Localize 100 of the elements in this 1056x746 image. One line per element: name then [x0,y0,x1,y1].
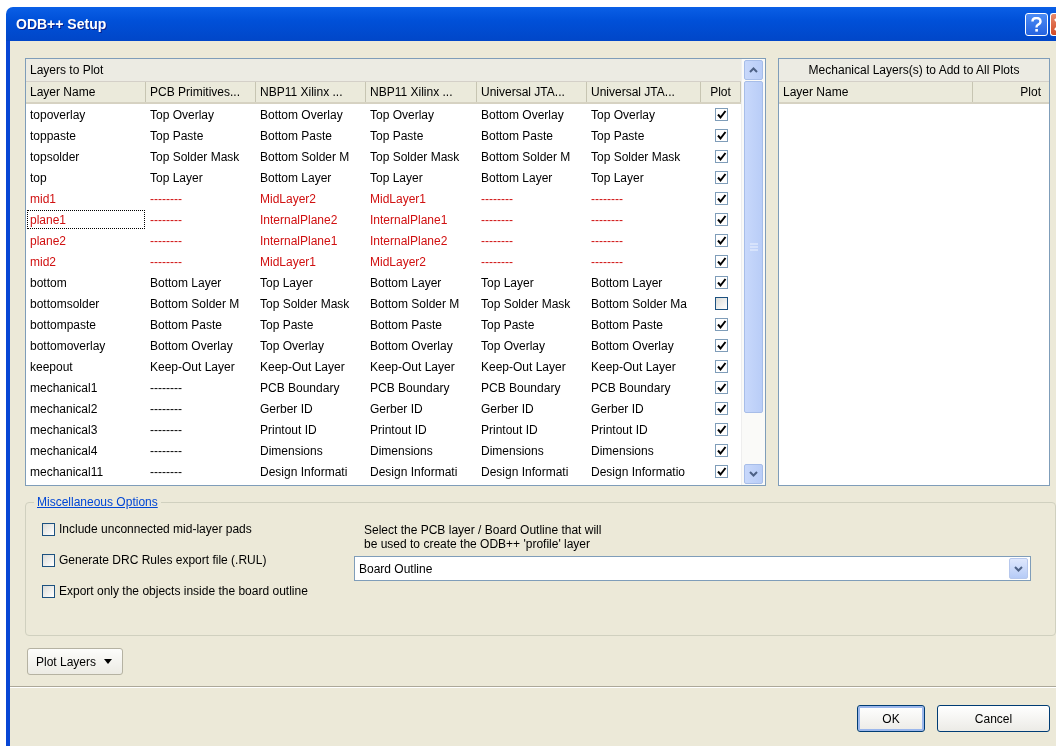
table-cell-text: mid1 [29,190,57,208]
table-cell-text: -------- [480,211,514,229]
table-cell-text: bottomsolder [29,295,101,313]
scroll-down-button[interactable] [744,464,763,484]
column-header[interactable]: Universal JTA... [477,82,587,102]
help-button[interactable] [1025,12,1048,36]
table-cell-text: plane2 [29,232,68,250]
column-header[interactable]: Layer Name [26,82,146,102]
table-cell-text: -------- [149,442,183,460]
dropdown[interactable]: Board Outline [354,556,1031,581]
table-cell-text: Bottom Paste [480,127,555,145]
table-cell-text: keepout [29,358,74,376]
checkbox[interactable] [714,402,728,415]
table-cell-text: -------- [149,379,183,397]
checkbox[interactable] [714,213,728,226]
scroll-thumb[interactable] [744,81,763,413]
table-cell-text: InternalPlane1 [259,232,339,250]
dropdown-button[interactable] [1009,558,1028,579]
checkbox[interactable] [714,276,728,289]
table-cell-text: -------- [590,232,624,250]
column-header[interactable]: Plot [973,82,1049,102]
table-cell-text: Bottom Overlay [480,106,565,124]
table-cell-text: Top Overlay [259,337,326,355]
table-cell-text: Top Overlay [590,106,657,124]
table-cell-text: mechanical1 [29,379,99,397]
table-cell-text: Design Informatio [590,463,687,481]
table-cell-text: Top Overlay [369,106,436,124]
table-cell-text: Printout ID [259,421,318,439]
table-cell-text: PCB Boundary [590,379,672,397]
column-header[interactable]: NBP11 Xilinx ... [366,82,477,102]
checkbox[interactable] [714,129,728,142]
checkbox[interactable] [714,318,728,331]
checkbox[interactable] [714,360,728,373]
table-cell: plane1 [26,209,146,230]
table-cell-text: -------- [480,232,514,250]
checkbox[interactable] [714,150,728,163]
table-cell-text: MidLayer2 [369,253,428,271]
checkbox[interactable] [714,234,728,247]
table-caption: Mechanical Layers(s) to Add to All Plots [779,59,1049,82]
table-cell-text: Bottom Paste [259,127,334,145]
dialog-button[interactable]: OK [857,705,925,732]
table-cell-text: Bottom Layer [590,274,664,292]
checkbox[interactable] [42,553,55,567]
table-cell-text: Bottom Solder Ma [590,295,689,313]
checkbox[interactable] [714,171,728,184]
table-cell-text: Bottom Overlay [369,337,454,355]
table-cell-text: -------- [149,253,183,271]
table-cell-text: PCB Boundary [480,379,562,397]
table-cell-text: -------- [590,190,624,208]
table-cell-text: Bottom Paste [369,316,444,334]
column-header[interactable]: NBP11 Xilinx ... [256,82,366,102]
table-cell-text: Bottom Paste [149,316,224,334]
checkbox[interactable] [714,255,728,268]
scroll-up-button[interactable] [744,60,763,80]
checkbox[interactable] [714,381,728,394]
dialog-button[interactable]: Cancel [937,705,1050,732]
table-cell-text: Design Informati [480,463,570,481]
table-cell-text: Design Informati [259,463,349,481]
table-cell-text: Keep-Out Layer [259,358,346,376]
checkbox-label[interactable]: Generate DRC Rules export file (.RUL) [59,553,267,567]
checkbox[interactable] [42,522,55,536]
plot-layers-button[interactable]: Plot Layers [27,648,124,675]
table-cell-text: Bottom Overlay [590,337,675,355]
table-cell-text: Gerber ID [590,400,645,418]
table-cell-text: Top Paste [590,127,646,145]
checkbox[interactable] [714,192,728,205]
checkbox[interactable] [714,108,728,121]
table-cell-text: mechanical11 [29,463,105,481]
table-cell-text: Keep-Out Layer [369,358,456,376]
chevron-down-icon [1014,565,1023,572]
table-cell-text: Design Informati [369,463,459,481]
checkbox[interactable] [42,584,55,598]
table-cell-text: Bottom Layer [149,274,223,292]
table-cell-text: mechanical2 [29,400,99,418]
checkbox-label[interactable]: Export only the objects inside the board outline [59,584,308,598]
table-cell-text: Keep-Out Layer [590,358,677,376]
checkbox[interactable] [714,297,728,310]
group-title: Miscellaneous Options [34,495,161,509]
checkbox[interactable] [714,465,728,478]
table-cell-text: Bottom Layer [259,169,333,187]
checkbox-label[interactable]: Include unconnected mid-layer pads [59,522,252,536]
table-cell-text: Bottom Layer [480,169,554,187]
table-cell-text: bottompaste [29,316,98,334]
table-cell-text: -------- [149,400,183,418]
column-header[interactable]: PCB Primitives... [146,82,256,102]
checkbox[interactable] [714,423,728,436]
table-cell-text: -------- [149,211,183,229]
table-cell-text: Gerber ID [480,400,535,418]
checkbox[interactable] [714,444,728,457]
column-header[interactable]: Layer Name [779,82,973,102]
table-cell-text: -------- [590,253,624,271]
table-cell-text: -------- [480,253,514,271]
checkbox[interactable] [714,339,728,352]
table-cell-text: -------- [149,190,183,208]
table-cell-text: Top Solder Mask [149,148,241,166]
table-cell-text: Top Paste [149,127,205,145]
scrollbar[interactable] [741,59,765,485]
table-cell-text: PCB Boundary [369,379,451,397]
table-cell-text: PCB Boundary [259,379,341,397]
column-header[interactable]: Universal JTA... [587,82,701,102]
